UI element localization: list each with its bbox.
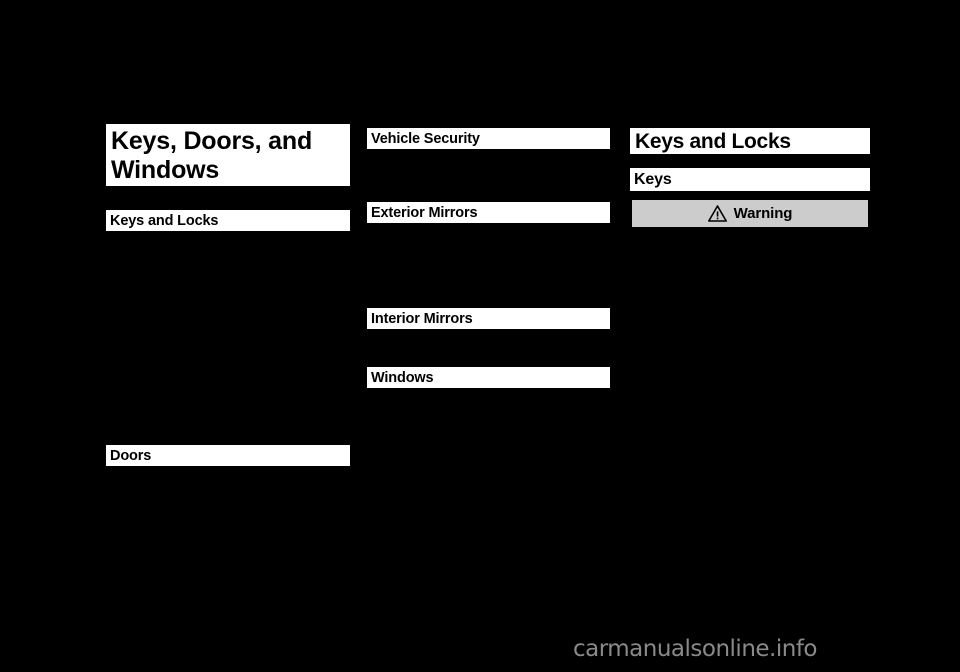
section-heading-windows: Windows [367,367,610,388]
chapter-title: Keys, Doors, and Windows [106,124,350,186]
section-heading-keys: Keys [630,168,870,191]
column-two: Vehicle Security Exterior Mirrors Interi… [367,0,610,672]
chapter-heading-keys-and-locks: Keys and Locks [630,128,870,154]
section-heading-vehicle-security: Vehicle Security [367,128,610,149]
column-three: Keys and Locks Keys Warning [630,0,870,672]
watermark: carmanualsonline.info [0,636,960,662]
warning-label: Warning [733,205,793,222]
section-heading-doors: Doors [106,445,350,466]
section-heading-keys-and-locks: Keys and Locks [106,210,350,231]
watermark-text: carmanualsonline.info [572,636,818,662]
warning-box: Warning [630,198,870,229]
manual-page: Keys, Doors, and Windows Keys and Locks … [0,0,960,672]
section-heading-interior-mirrors: Interior Mirrors [367,308,610,329]
section-heading-exterior-mirrors: Exterior Mirrors [367,202,610,223]
warning-triangle-icon [707,205,727,222]
column-one: Keys, Doors, and Windows Keys and Locks … [106,0,350,672]
